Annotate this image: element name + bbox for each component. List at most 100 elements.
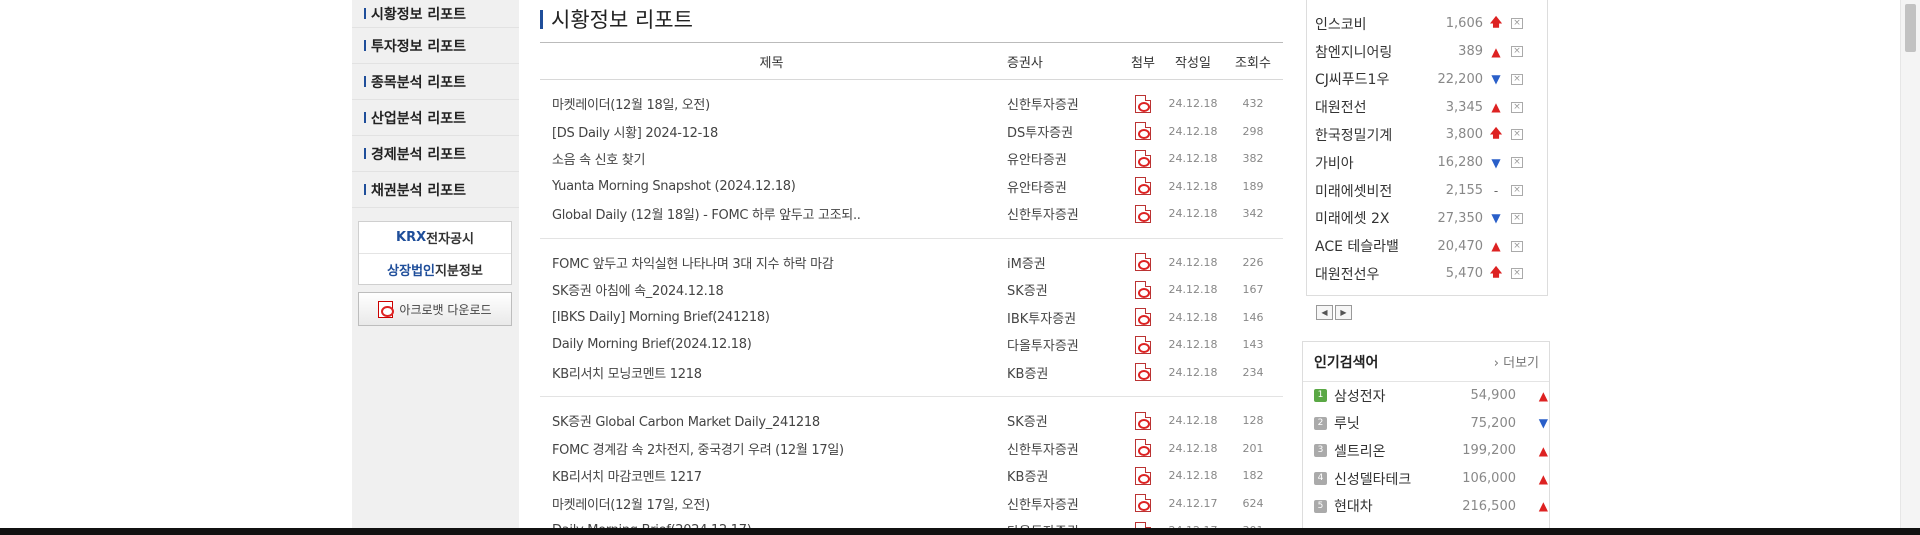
remove-icon[interactable]: ×	[1511, 129, 1523, 141]
report-title-link[interactable]: 마켓레이더(12월 17일, 오전)	[540, 494, 1003, 513]
stock-name[interactable]: 한국정밀기계	[1315, 125, 1427, 145]
report-company: KB증권	[1007, 470, 1049, 486]
report-title-link[interactable]: 소음 속 신호 찾기	[540, 149, 1003, 168]
report-date: 24.12.18	[1168, 97, 1218, 111]
pdf-icon[interactable]	[1135, 466, 1151, 485]
report-title-link[interactable]: 마켓레이더(12월 18일, 오전)	[540, 94, 1003, 113]
pdf-icon[interactable]	[1135, 308, 1151, 327]
stock-name[interactable]: CJ씨푸드1우	[1315, 69, 1427, 89]
report-date: 24.12.18	[1168, 283, 1218, 297]
pdf-icon[interactable]	[1135, 411, 1151, 430]
nav-item-stock-analysis-report[interactable]: 종목분석 리포트	[352, 64, 519, 100]
stock-change-arrow-icon: 🡅	[1489, 15, 1503, 30]
nav-item-investment-report[interactable]: 투자정보 리포트	[352, 28, 519, 64]
report-company: DS투자증권	[1007, 125, 1074, 141]
remove-icon[interactable]: ×	[1511, 18, 1523, 30]
next-page-icon[interactable]: ▶	[1335, 305, 1352, 320]
report-views: 189	[1242, 179, 1264, 193]
report-title-link[interactable]: [IBKS Daily] Morning Brief(241218)	[540, 310, 1003, 325]
report-group: FOMC 앞두고 차익실현 나타나며 3대 지수 하락 마감 iM증권 24.12.…	[540, 239, 1283, 397]
stock-change-arrow-icon: ▲	[1491, 100, 1501, 115]
remove-icon[interactable]: ×	[1511, 212, 1523, 224]
prev-page-icon[interactable]: ◀	[1316, 305, 1333, 320]
remove-icon[interactable]: ×	[1511, 240, 1523, 252]
remove-icon[interactable]: ×	[1511, 46, 1523, 58]
pdf-icon[interactable]	[1135, 177, 1151, 196]
report-attachment	[1123, 466, 1163, 485]
nav-label: 투자정보 리포트	[371, 38, 467, 55]
stock-name[interactable]: 미래에셋 2X	[1315, 208, 1427, 228]
pdf-icon[interactable]	[1135, 494, 1151, 513]
stock-name[interactable]: 인스코비	[1315, 14, 1427, 34]
stock-name[interactable]: 대원전선	[1315, 97, 1427, 117]
popular-stock-name[interactable]: 현대차	[1334, 496, 1446, 516]
popular-stock-name[interactable]: 셀트리온	[1334, 441, 1446, 461]
table-header: 제목 증권사 첨부 작성일 조회수	[540, 43, 1283, 80]
popular-search-item: 4 신성델타테크 106,000 ▲	[1303, 465, 1549, 493]
nav-item-market-report[interactable]: 시황정보 리포트	[352, 0, 519, 28]
nav-item-bond-report[interactable]: 채권분석 리포트	[352, 172, 519, 208]
stock-name[interactable]: ACE 테슬라밸	[1315, 236, 1427, 256]
listed-rest-label: 지분정보	[435, 263, 483, 279]
report-title-link[interactable]: FOMC 경계감 속 2차전지, 중국경기 우려 (12월 17일)	[540, 439, 1003, 458]
report-title-link[interactable]: SK증권 Global Carbon Market Daily_241218	[540, 411, 1003, 430]
remove-icon[interactable]: ×	[1511, 185, 1523, 197]
acrobat-download-button[interactable]: 아크로뱃 다운로드	[358, 292, 512, 326]
krx-disclosure-link[interactable]: KRX 전자공시	[359, 222, 511, 253]
more-link[interactable]: › 더보기	[1494, 352, 1539, 371]
popular-stock-name[interactable]: 루닛	[1334, 413, 1446, 433]
report-title-link[interactable]: KB리서치 모닝코멘트 1218	[540, 363, 1003, 382]
popular-search-item: 1 삼성전자 54,900 ▲	[1303, 382, 1549, 410]
report-title-link[interactable]: KB리서치 마감코멘트 1217	[540, 466, 1003, 485]
stock-name[interactable]: 참엔지니어링	[1315, 42, 1427, 62]
pdf-icon[interactable]	[1135, 363, 1151, 382]
scrollbar[interactable]	[1900, 0, 1920, 535]
pdf-icon[interactable]	[1135, 253, 1151, 272]
remove-icon[interactable]: ×	[1511, 101, 1523, 113]
report-title-link[interactable]: Yuanta Morning Snapshot (2024.12.18)	[540, 179, 1003, 194]
title-bar	[540, 9, 543, 29]
pdf-icon[interactable]	[1135, 204, 1151, 223]
popular-stock-name[interactable]: 삼성전자	[1334, 386, 1446, 406]
report-title-link[interactable]: SK증권 아침에 속_2024.12.18	[540, 280, 1003, 299]
rank-badge: 2	[1314, 416, 1327, 430]
header-title: 제목	[759, 55, 784, 71]
report-views: 342	[1242, 207, 1264, 221]
report-title-link[interactable]: Global Daily (12월 18일) - FOMC 하루 앞두고 고조되…	[540, 204, 1003, 223]
stock-price: 20,470	[1437, 238, 1484, 254]
report-views: 624	[1242, 496, 1264, 510]
report-title-link[interactable]: FOMC 앞두고 차익실현 나타나며 3대 지수 하락 마감	[540, 253, 1003, 272]
remove-icon[interactable]: ×	[1511, 157, 1523, 169]
table-row: 마켓레이더(12월 18일, 오전) 신한투자증권 24.12.18 432	[540, 90, 1283, 118]
left-sidebar: 시황정보 리포트 투자정보 리포트 종목분석 리포트 산업분석 리포트 경제분석…	[352, 0, 519, 535]
nav-item-industry-report[interactable]: 산업분석 리포트	[352, 100, 519, 136]
pdf-icon[interactable]	[1135, 335, 1151, 354]
stock-name[interactable]: 대원전선우	[1315, 264, 1427, 284]
nav-bullet	[364, 112, 366, 123]
nav-item-economy-report[interactable]: 경제분석 리포트	[352, 136, 519, 172]
remove-icon[interactable]: ×	[1511, 268, 1523, 280]
popular-search-item: 3 셀트리온 199,200 ▲	[1303, 437, 1549, 465]
pdf-icon[interactable]	[1135, 439, 1151, 458]
stock-row: 한국정밀기계 3,800 🡅 ×	[1315, 121, 1535, 149]
report-attachment	[1123, 411, 1163, 430]
pdf-icon[interactable]	[1135, 94, 1151, 113]
stock-change-arrow-icon: ▲	[1491, 44, 1501, 59]
report-views: 146	[1242, 310, 1264, 324]
table-row: Yuanta Morning Snapshot (2024.12.18) 유안타증…	[540, 173, 1283, 201]
pdf-icon[interactable]	[1135, 280, 1151, 299]
stock-name[interactable]: 미래에셋비전	[1315, 181, 1427, 201]
pdf-icon	[378, 300, 395, 318]
change-arrow-icon: ▲	[1538, 443, 1548, 458]
stock-name[interactable]: 가비아	[1315, 153, 1427, 173]
remove-icon[interactable]: ×	[1511, 73, 1523, 85]
pdf-icon[interactable]	[1135, 122, 1151, 141]
rank-badge: 1	[1314, 389, 1327, 403]
popular-stock-name[interactable]: 신성델타테크	[1334, 469, 1446, 489]
scrollbar-thumb[interactable]	[1905, 4, 1916, 52]
report-title-link[interactable]: [DS Daily 시황] 2024-12-18	[540, 122, 1003, 141]
pdf-icon[interactable]	[1135, 149, 1151, 168]
listed-company-share-link[interactable]: 상장법인 지분정보	[359, 253, 511, 284]
report-title-link[interactable]: Daily Morning Brief(2024.12.18)	[540, 337, 1003, 352]
bottom-bar	[0, 528, 1920, 535]
